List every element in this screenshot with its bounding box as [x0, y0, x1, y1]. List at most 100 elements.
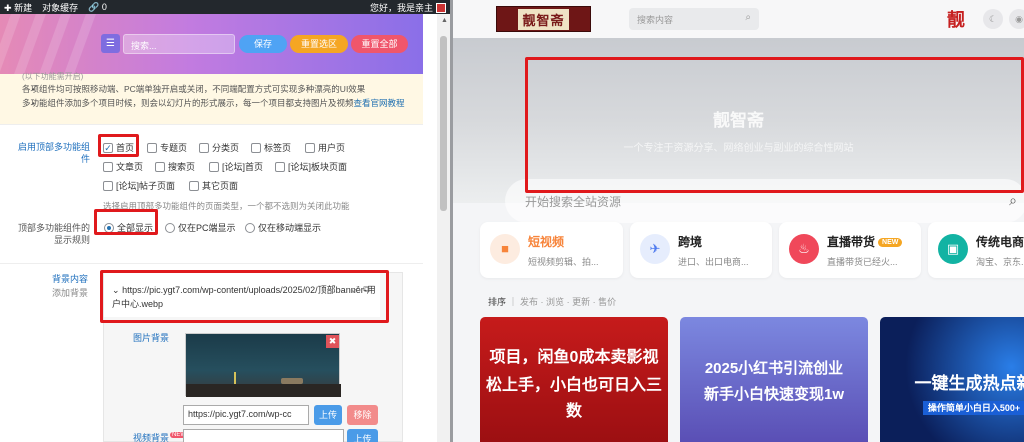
- brand-glyph[interactable]: 靓: [947, 6, 965, 32]
- video-url-input[interactable]: [183, 429, 344, 442]
- site-header: 靓智斋 搜索内容 ⌕ 靓 ☾ ◉: [453, 0, 1024, 38]
- sort-label: 排序: [488, 297, 507, 307]
- checkbox[interactable]: [103, 180, 113, 191]
- category-subtitle: 直播带货已经火...: [827, 257, 898, 267]
- video-background-label: 视频背景 NEW: [133, 432, 189, 442]
- image-ground: [186, 384, 341, 397]
- search-icon[interactable]: ⌕: [1009, 192, 1017, 209]
- admin-options-panel: ✚ 新建 对象缓存 🔗 0 您好，我是亲主 ☰ 搜索... 保存 重置选区 重置…: [0, 0, 450, 442]
- category-title: 跨境: [678, 235, 703, 249]
- new-badge: NEW: [878, 238, 903, 247]
- category-card[interactable]: ■ 短视频 短视频剪辑、拍...: [480, 222, 623, 278]
- post-title-line: 新手小白快速变现1w: [703, 386, 844, 403]
- search-icon[interactable]: ⌕: [745, 12, 751, 23]
- radio-button[interactable]: [245, 222, 255, 233]
- new-menu[interactable]: ✚ 新建: [4, 1, 32, 14]
- checkbox[interactable]: [275, 161, 285, 172]
- admin-bar: ✚ 新建 对象缓存 🔗 0 您好，我是亲主: [0, 0, 450, 14]
- post-thumbnail[interactable]: 项目，闲鱼0成本卖影视 松上手，小白也可日入三 数: [480, 317, 668, 442]
- post-thumbnail[interactable]: 2025小红书引流创业 新手小白快速变现1w: [680, 317, 868, 442]
- video-camera-icon: ■: [490, 234, 520, 264]
- save-button[interactable]: 保存: [239, 35, 287, 53]
- airplane-icon: ✈: [640, 234, 670, 264]
- post-title-line: 操作简单小白日入500+: [880, 401, 1024, 415]
- divider: [0, 124, 423, 125]
- checkbox-page-user[interactable]: 用户页: [305, 141, 345, 154]
- checkbox[interactable]: [189, 180, 199, 191]
- checkbox[interactable]: [209, 161, 219, 172]
- category-card[interactable]: ✈ 跨境 进口、出口电商...: [630, 222, 772, 278]
- radio-pc-only[interactable]: 仅在PC端显示: [165, 221, 236, 234]
- remove-button[interactable]: 移除: [347, 405, 378, 425]
- links-menu[interactable]: 🔗 0: [88, 2, 107, 13]
- sort-option[interactable]: 更新: [572, 297, 590, 307]
- link-icon: 🔗: [88, 1, 100, 12]
- post-title-line: 项目，闲鱼0成本卖影视: [489, 349, 659, 366]
- shop-icon: ▣: [938, 234, 968, 264]
- sort-option[interactable]: 浏览: [546, 297, 564, 307]
- checkbox[interactable]: [199, 142, 209, 153]
- post-title-line: 松上手，小白也可日入三: [485, 377, 662, 394]
- image-background-label: 图片背景: [133, 333, 170, 343]
- checkbox-page-other[interactable]: 其它页面: [189, 179, 238, 192]
- reset-all-button[interactable]: 重置全部: [351, 35, 408, 53]
- checkbox-page-search[interactable]: 搜索页: [155, 160, 195, 173]
- post-thumbnail[interactable]: 一键生成热点新 操作简单小白日入500+: [880, 317, 1024, 442]
- checkbox[interactable]: [155, 161, 165, 172]
- theme-toggle-icon[interactable]: ☾: [983, 9, 1003, 29]
- checkbox-page-forum-post[interactable]: [论坛]帖子页面: [103, 179, 175, 192]
- scrollbar-thumb[interactable]: [440, 36, 447, 211]
- category-card[interactable]: ▣ 传统电商 淘宝、京东...: [928, 222, 1024, 278]
- account-menu[interactable]: 您好，我是亲主: [370, 1, 446, 14]
- image-url-input[interactable]: https://pic.ygt7.com/wp-cc: [183, 405, 309, 425]
- checkbox-page-forum-board[interactable]: [论坛]板块页面: [275, 160, 347, 173]
- category-title: 传统电商: [976, 235, 1024, 249]
- image-car: [281, 378, 303, 384]
- checkbox-page-forum-home[interactable]: [论坛]首页: [209, 160, 263, 173]
- sort-option[interactable]: 发布: [520, 297, 538, 307]
- category-title: 直播带货 NEW: [827, 233, 903, 250]
- radio-button[interactable]: [165, 222, 175, 233]
- category-subtitle: 短视频剪辑、拍...: [528, 257, 599, 267]
- sort-option[interactable]: 售价: [598, 297, 616, 307]
- checkbox-page-category[interactable]: 分类页: [199, 141, 239, 154]
- radio-mobile-only[interactable]: 仅在移动端显示: [245, 221, 321, 234]
- checkbox-page-tag[interactable]: 标签页: [251, 141, 291, 154]
- multi-component-label: 启用顶部多功能组件: [17, 142, 90, 164]
- checkbox[interactable]: [147, 142, 157, 153]
- post-title-line: 2025小红书引流创业: [704, 360, 844, 377]
- checkbox-page-topic[interactable]: 专题页: [147, 141, 187, 154]
- reset-selection-button[interactable]: 重置选区: [290, 35, 348, 53]
- highlight-box: [525, 57, 1024, 193]
- list-icon: ☰: [106, 38, 115, 49]
- post-title-line: 数: [565, 403, 582, 420]
- checkbox[interactable]: [103, 161, 113, 172]
- highlight-box: [100, 270, 389, 323]
- background-image-preview: [185, 333, 341, 397]
- object-cache-menu[interactable]: 对象缓存: [42, 1, 78, 14]
- sort-bar: 排序 ｜ 发布 · 浏览 · 更新 · 售价: [488, 297, 617, 307]
- category-card[interactable]: ♨ 直播带货 NEW 直播带货已经火...: [779, 222, 921, 278]
- logo-text: 靓智斋: [518, 8, 569, 30]
- checkbox[interactable]: [305, 142, 315, 153]
- user-icon[interactable]: ◉: [1009, 9, 1024, 29]
- site-search-input[interactable]: 搜索内容 ⌕: [629, 8, 759, 30]
- site-preview: 靓智斋 搜索内容 ⌕ 靓 ☾ ◉ 靓智斋 一个专注于资源分享、网络创业与副业的综合…: [453, 0, 1024, 442]
- notice-box: (以下功能需开启) 各项组件均可按照移动端、PC端单独开启或关闭，不同端配置方式…: [0, 72, 423, 124]
- scroll-up-icon[interactable]: ▲: [441, 17, 448, 24]
- menu-toggle-button[interactable]: ☰: [101, 34, 120, 53]
- left-scrollbar[interactable]: ▲: [437, 14, 450, 442]
- flame-icon: ♨: [789, 234, 819, 264]
- site-logo[interactable]: 靓智斋: [496, 6, 591, 32]
- notice-line: 多功能组件添加多个项目时候，则会以幻灯片的形式展示，每一个项目都支持图片及视频查…: [22, 96, 423, 110]
- checkbox[interactable]: [251, 142, 261, 153]
- category-subtitle: 淘宝、京东...: [976, 257, 1024, 267]
- upload-button[interactable]: 上传: [314, 405, 342, 425]
- avatar: [436, 3, 446, 14]
- checkbox-page-article[interactable]: 文章页: [103, 160, 143, 173]
- video-upload-button[interactable]: 上传: [347, 429, 378, 442]
- close-icon: ✖: [328, 336, 337, 346]
- options-search-input[interactable]: 搜索...: [123, 34, 235, 54]
- tutorial-link[interactable]: 查看官网教程: [354, 98, 405, 108]
- image-remove-button[interactable]: ✖: [326, 335, 339, 348]
